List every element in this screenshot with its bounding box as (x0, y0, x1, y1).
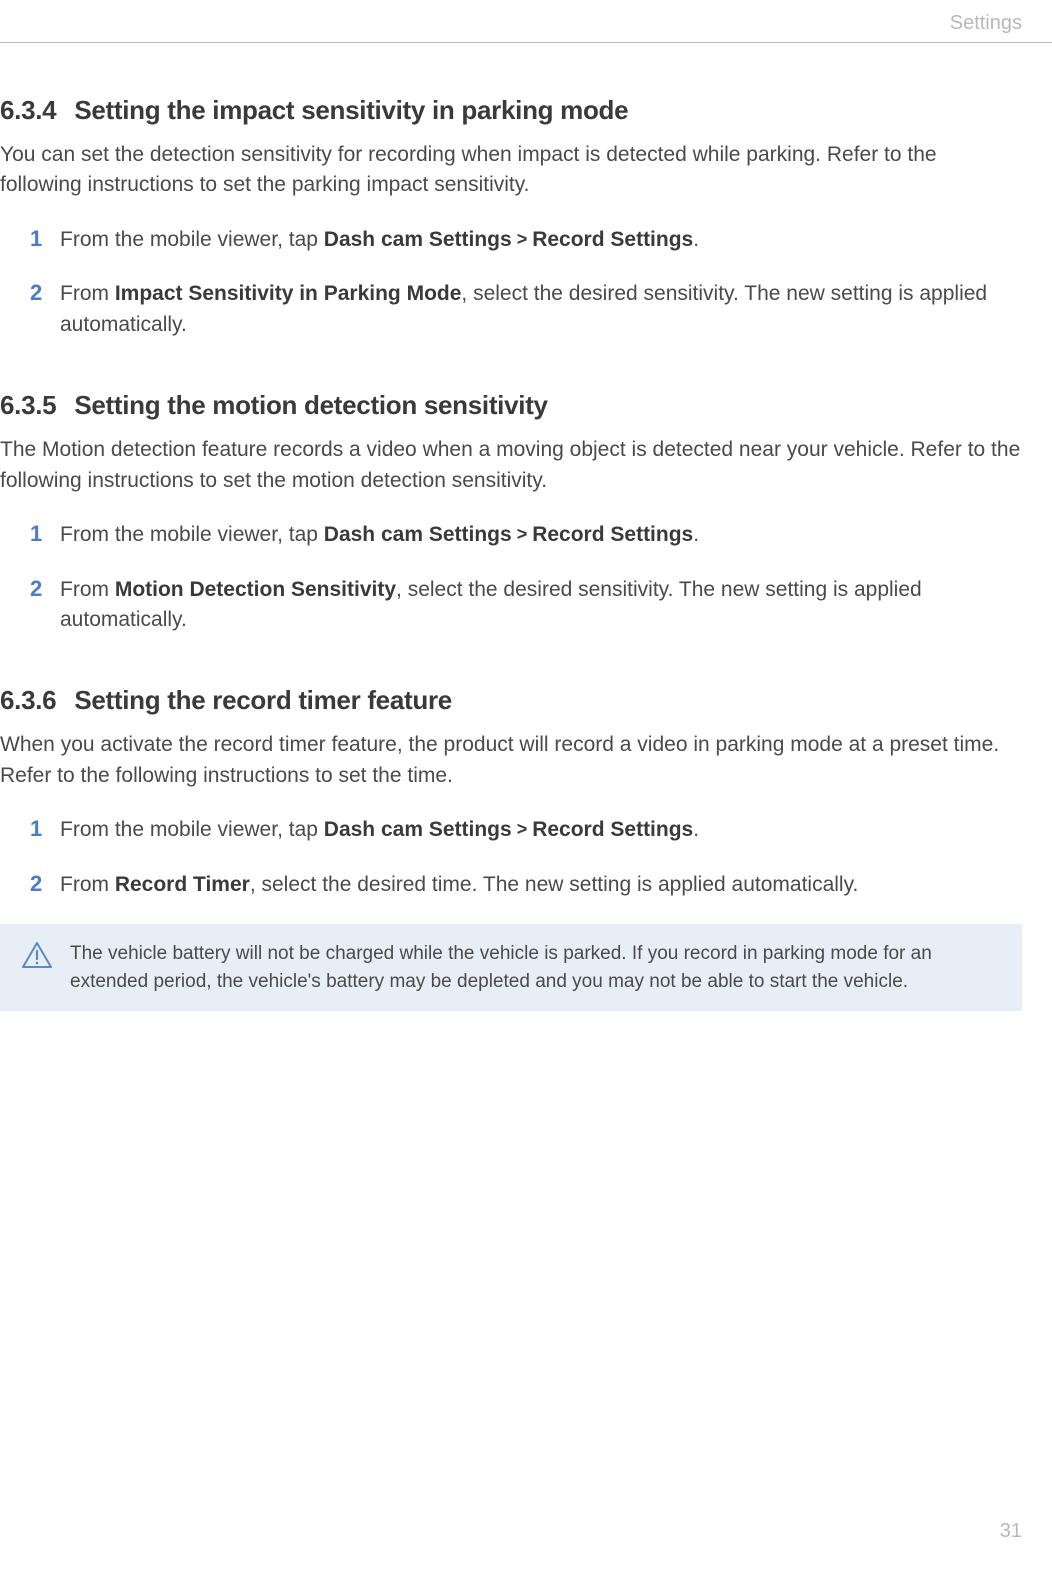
steps-list: 1 From the mobile viewer, tap Dash cam S… (0, 520, 1022, 635)
step-number: 1 (30, 520, 54, 550)
step-text: From the mobile viewer, tap Dash cam Set… (60, 225, 1022, 255)
section-number: 6.3.5 (0, 390, 56, 421)
step-number: 2 (30, 279, 54, 340)
section-number: 6.3.4 (0, 95, 56, 126)
step-item: 1 From the mobile viewer, tap Dash cam S… (30, 225, 1022, 255)
section-634: 6.3.4 Setting the impact sensitivity in p… (0, 95, 1022, 340)
section-heading: 6.3.5 Setting the motion detection sensit… (0, 390, 1022, 421)
step-item: 2 From Record Timer, select the desired … (30, 870, 1022, 900)
step-item: 2 From Impact Sensitivity in Parking Mod… (30, 279, 1022, 340)
steps-list: 1 From the mobile viewer, tap Dash cam S… (0, 815, 1022, 900)
page-number: 31 (1000, 1520, 1022, 1543)
step-number: 2 (30, 575, 54, 636)
step-text: From the mobile viewer, tap Dash cam Set… (60, 520, 1022, 550)
step-text: From Record Timer, select the desired ti… (60, 870, 1022, 900)
section-636: 6.3.6 Setting the record timer feature Wh… (0, 685, 1022, 1011)
section-title: Setting the motion detection sensitivity (74, 390, 547, 420)
caution-icon (22, 942, 52, 974)
intro-text: The Motion detection feature records a v… (0, 435, 1022, 496)
intro-text: You can set the detection sensitivity fo… (0, 140, 1022, 201)
caution-box: The vehicle battery will not be charged … (0, 924, 1022, 1011)
section-number: 6.3.6 (0, 685, 56, 716)
step-item: 1 From the mobile viewer, tap Dash cam S… (30, 520, 1022, 550)
header-divider (0, 42, 1052, 43)
chevron-right-icon: > (512, 524, 533, 544)
step-text: From Impact Sensitivity in Parking Mode,… (60, 279, 1022, 340)
section-title: Setting the record timer feature (74, 685, 452, 715)
step-text: From Motion Detection Sensitivity, selec… (60, 575, 1022, 636)
step-item: 2 From Motion Detection Sensitivity, sel… (30, 575, 1022, 636)
main-content: 6.3.4 Setting the impact sensitivity in p… (0, 95, 1022, 1061)
step-number: 1 (30, 815, 54, 845)
page-header: Settings (950, 0, 1052, 45)
section-heading: 6.3.4 Setting the impact sensitivity in p… (0, 95, 1022, 126)
section-title: Setting the impact sensitivity in parkin… (74, 95, 628, 125)
step-item: 1 From the mobile viewer, tap Dash cam S… (30, 815, 1022, 845)
step-number: 2 (30, 870, 54, 900)
section-heading: 6.3.6 Setting the record timer feature (0, 685, 1022, 716)
caution-text: The vehicle battery will not be charged … (70, 940, 1000, 995)
step-text: From the mobile viewer, tap Dash cam Set… (60, 815, 1022, 845)
chevron-right-icon: > (512, 229, 533, 249)
chevron-right-icon: > (512, 819, 533, 839)
intro-text: When you activate the record timer featu… (0, 730, 1022, 791)
steps-list: 1 From the mobile viewer, tap Dash cam S… (0, 225, 1022, 340)
section-635: 6.3.5 Setting the motion detection sensit… (0, 390, 1022, 635)
step-number: 1 (30, 225, 54, 255)
